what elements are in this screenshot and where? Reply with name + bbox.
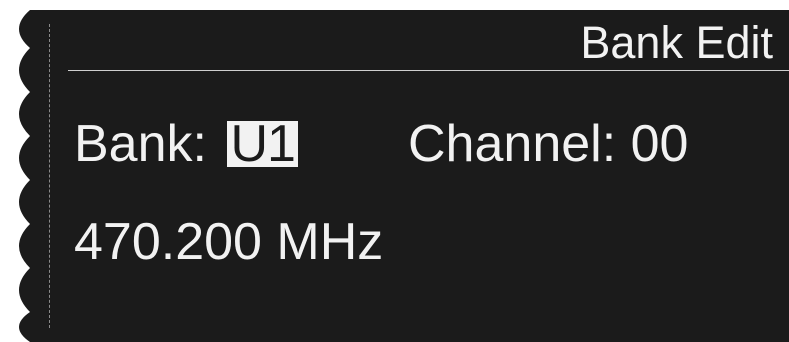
page-title: Bank Edit [580, 17, 773, 68]
channel-row: Channel: 00 [408, 114, 688, 174]
frequency-value[interactable]: 470.200 [74, 213, 262, 271]
bank-label: Bank: [74, 115, 207, 173]
bank-row: Bank: U1 [74, 114, 298, 174]
frequency-unit: MHz [276, 213, 384, 271]
channel-label: Channel: [408, 115, 617, 173]
device-display: Bank Edit Bank: U1 Channel: 00 470.200 M… [0, 0, 789, 342]
left-dotted-divider [49, 24, 50, 328]
bank-value-field[interactable]: U1 [227, 118, 298, 170]
channel-value[interactable]: 00 [631, 115, 689, 173]
header-divider [68, 70, 789, 71]
frequency-row: 470.200 MHz [74, 212, 383, 272]
